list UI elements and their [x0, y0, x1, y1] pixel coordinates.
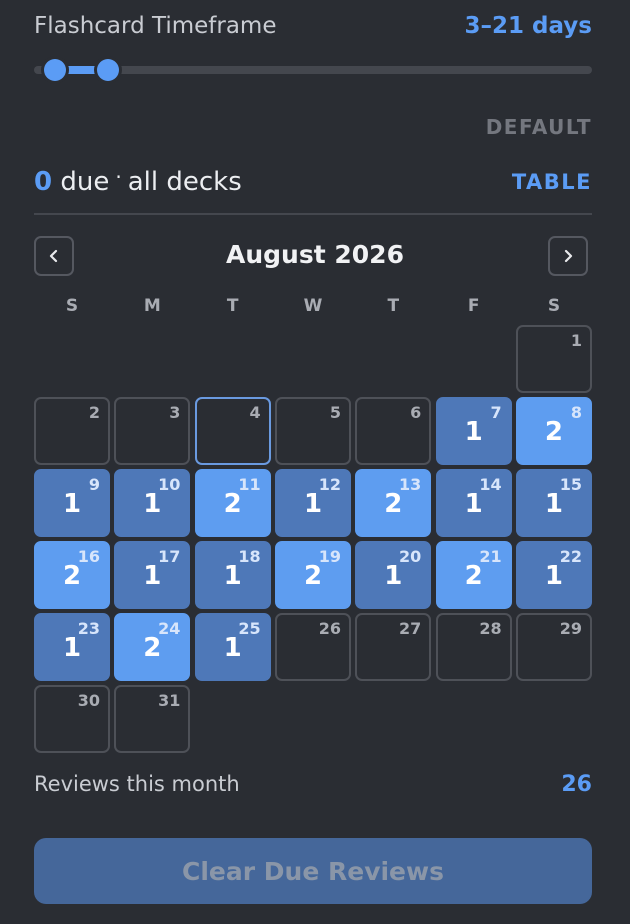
calendar-day-cell[interactable]: 82	[515, 397, 592, 465]
day-number: 27	[399, 619, 422, 638]
calendar-day-cell[interactable]: 21 2	[435, 541, 512, 609]
day-review-count: 2	[143, 633, 162, 663]
day-review-count: 1	[223, 561, 242, 591]
weekday-label: S	[547, 296, 561, 316]
reviews-row: Reviews this month 26	[34, 768, 592, 800]
timeframe-slider[interactable]	[34, 59, 592, 81]
day-review-count: 2	[62, 561, 82, 591]
calendar-day-cell[interactable]: 16 2	[34, 541, 110, 609]
day-review-count: 1	[464, 489, 483, 519]
timeframe-value: 3–21 days	[464, 13, 592, 39]
calendar-day-cell[interactable]: 19 2	[274, 541, 351, 609]
day-number: 28	[479, 619, 502, 638]
calendar-day-cell[interactable]: 24 2	[114, 613, 191, 681]
day-review-count: 2	[223, 489, 242, 519]
calendar-day-cell[interactable]: 3	[114, 397, 191, 465]
next-month-button[interactable]	[548, 236, 588, 276]
calendar-day-cell[interactable]: 18 1	[194, 541, 271, 609]
day-review-count: 1	[223, 633, 242, 663]
calendar-day-cell[interactable]: 11 2	[194, 469, 271, 537]
default-button[interactable]: DEFAULT	[486, 115, 592, 139]
chevron-right-icon	[564, 249, 573, 263]
calendar-day-cell[interactable]: 30	[34, 685, 110, 753]
day-number: 4	[249, 403, 261, 422]
calendar-day-cell[interactable]: 20 1	[355, 541, 432, 609]
day-number: 30	[77, 691, 100, 710]
timeframe-label: Flashcard Timeframe	[34, 13, 277, 39]
day-review-count: 2	[384, 489, 403, 519]
due-separator: ·	[115, 165, 122, 189]
day-number: 2	[88, 403, 100, 422]
chevron-left-icon	[49, 249, 58, 263]
calendar-day-cell[interactable]: 91	[34, 469, 110, 537]
day-review-count: 2	[544, 417, 564, 447]
calendar-day-cell[interactable]: 29	[515, 613, 592, 681]
day-review-count: 1	[544, 489, 564, 519]
due-suffix: due	[60, 167, 110, 197]
due-count: 0	[34, 167, 53, 197]
day-number: 6	[410, 403, 422, 422]
calendar-day-cell[interactable]: 23 1	[34, 613, 110, 681]
calendar-day-cell[interactable]: 6	[355, 397, 432, 465]
day-review-count: 1	[384, 561, 403, 591]
calendar-day-cell[interactable]: 26	[274, 613, 351, 681]
due-scope: all decks	[127, 167, 242, 197]
day-number: 3	[169, 403, 181, 422]
calendar-day-cell[interactable]: 5	[274, 397, 351, 465]
day-review-count: 2	[464, 561, 483, 591]
weekday-label: W	[303, 296, 323, 316]
due-summary-row: 0 due · all decks TABLE	[34, 164, 592, 200]
weekday-label: T	[387, 296, 400, 316]
calendar-day-cell[interactable]: 13 2	[355, 469, 432, 537]
month-title: August 2026	[226, 240, 404, 269]
day-review-count: 1	[143, 489, 162, 519]
weekday-label: M	[143, 296, 161, 316]
calendar-day-cell[interactable]: 22 1	[515, 541, 592, 609]
calendar-day-cell[interactable]: 25 1	[194, 613, 271, 681]
calendar-day-cell[interactable]: 10 1	[114, 469, 191, 537]
calendar-day-cell[interactable]: 71	[435, 397, 512, 465]
weekday-header: SMTWTFS	[34, 296, 592, 318]
slider-thumb-end[interactable]	[96, 59, 119, 81]
calendar-day-cell[interactable]: 1	[515, 325, 592, 393]
weekday-label: S	[65, 296, 79, 316]
day-number: 5	[329, 403, 341, 422]
day-number: 29	[559, 619, 582, 638]
divider	[34, 213, 592, 215]
calendar-day-cell[interactable]: 14 1	[435, 469, 512, 537]
day-review-count: 1	[62, 633, 82, 663]
calendar-day-cell[interactable]: 12 1	[274, 469, 351, 537]
calendar-day-cell[interactable]: 28	[435, 613, 512, 681]
day-review-count: 1	[143, 561, 162, 591]
weekday-label: F	[467, 296, 480, 316]
day-review-count: 1	[544, 561, 564, 591]
calendar-day-cell[interactable]: 4	[194, 397, 271, 465]
due-summary: 0 due · all decks	[34, 165, 242, 197]
calendar-day-cell[interactable]: 2	[34, 397, 110, 465]
day-review-count: 2	[303, 561, 323, 591]
calendar-day-cell[interactable]: 27	[355, 613, 432, 681]
day-review-count: 1	[303, 489, 323, 519]
reviews-label: Reviews this month	[34, 772, 240, 796]
day-review-count: 1	[464, 417, 483, 447]
day-number: 31	[158, 691, 181, 710]
slider-thumb-start[interactable]	[44, 59, 67, 81]
calendar-day-cell[interactable]: 15 1	[515, 469, 592, 537]
clear-due-reviews-button[interactable]: Clear Due Reviews	[34, 838, 592, 904]
day-number: 1	[570, 331, 582, 350]
calendar-day-cell[interactable]: 31	[114, 685, 191, 753]
weekday-label: T	[226, 296, 239, 316]
reviews-count: 26	[561, 771, 592, 797]
timeframe-row: Flashcard Timeframe 3–21 days	[34, 10, 592, 42]
calendar-day-cell[interactable]: 17 1	[114, 541, 191, 609]
previous-month-button[interactable]	[34, 236, 74, 276]
day-review-count: 1	[62, 489, 82, 519]
flashcard-calendar-panel: Flashcard Timeframe 3–21 days DEFAULT 0 …	[0, 0, 630, 924]
table-view-button[interactable]: TABLE	[512, 170, 592, 194]
day-number: 26	[318, 619, 341, 638]
